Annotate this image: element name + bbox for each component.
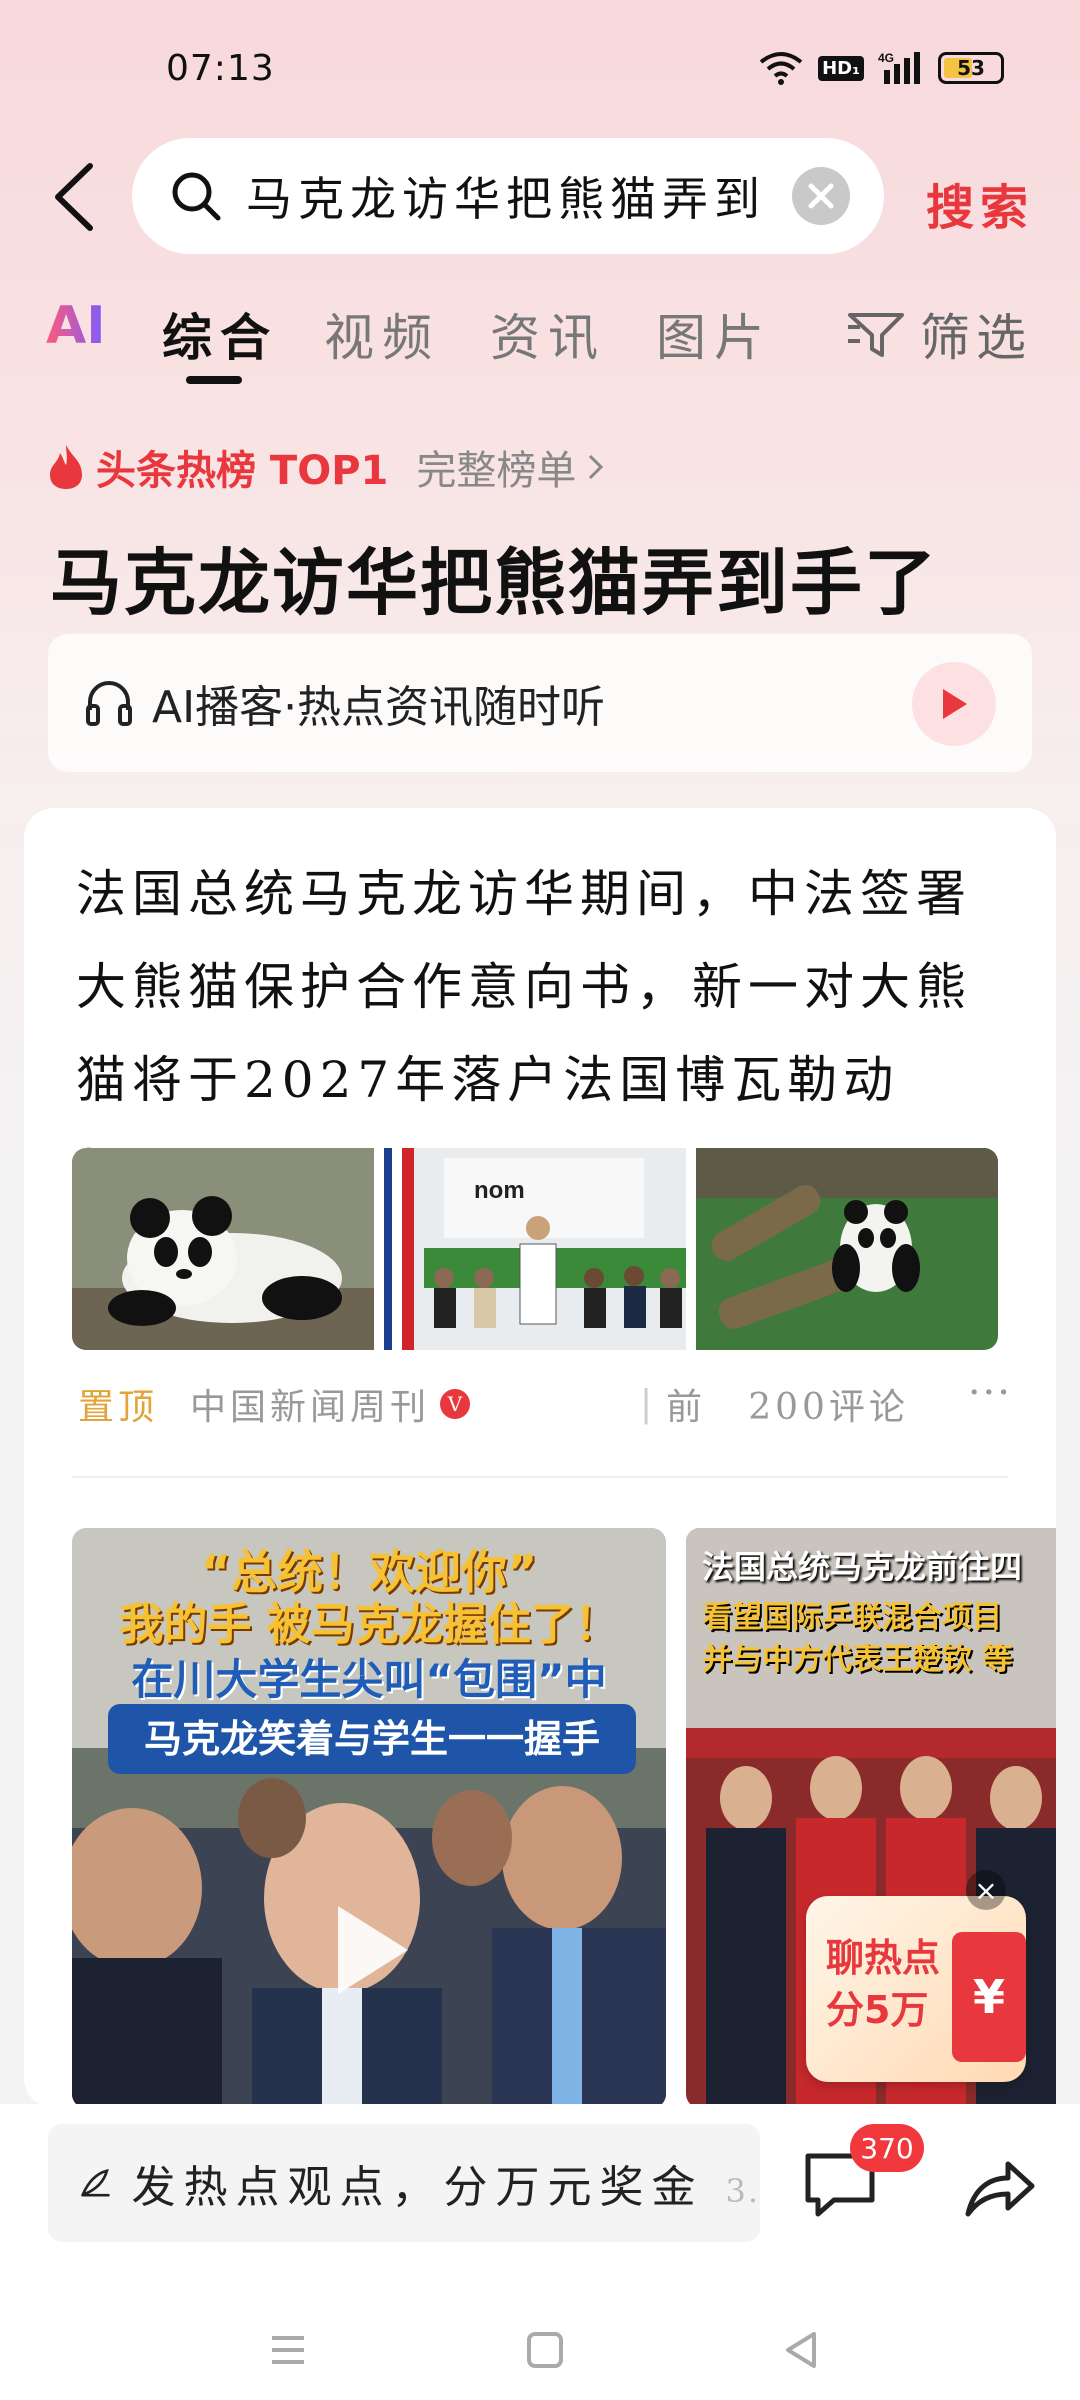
tab-news[interactable]: 资讯: [490, 298, 606, 370]
hot-rank-label: 头条热榜 TOP1: [96, 448, 389, 494]
play-icon: [943, 689, 967, 719]
hot-topic-title: 马克龙访华把熊猫弄到手了: [50, 541, 939, 625]
full-list-link[interactable]: 完整榜单: [416, 438, 576, 496]
filter-label: 筛选: [920, 309, 1032, 367]
video1-caption-4: 马克龙笑着与学生一一握手: [108, 1704, 636, 1774]
publish-time: 前: [666, 1387, 707, 1428]
video2-caption-1: 法国总统马克龙前往四: [702, 1548, 1023, 1586]
video2-caption-2: 看望国际乒联混合项目: [702, 1600, 1002, 1635]
hot-topic-promo[interactable]: 聊热点 分5万 ¥: [806, 1896, 1026, 2082]
wifi-icon: [759, 52, 803, 85]
promo-text: 聊热点 分5万: [826, 1936, 941, 2032]
verified-icon: V: [440, 1389, 471, 1419]
status-bar: 07:13 HD₁ 4G 53: [0, 0, 1080, 140]
filter-icon: [848, 313, 904, 357]
close-promo-button[interactable]: ×: [966, 1870, 1006, 1910]
back-button[interactable]: [44, 152, 104, 242]
comment-input[interactable]: 发热点观点，分万元奖金 3.: [48, 2124, 760, 2242]
pen-icon: [81, 2168, 110, 2197]
clear-search-button[interactable]: [792, 167, 850, 225]
article-meta: 置顶 中国新闻周刊 V | 前 200评论 ···: [78, 1370, 1028, 1430]
podcast-label: AI播客·热点资讯随时听: [152, 682, 606, 733]
menu-icon[interactable]: [258, 2320, 318, 2380]
ceremony-photo[interactable]: nom: [384, 1148, 686, 1350]
svg-text:nom: nom: [474, 1177, 525, 1204]
bottom-bar: 发热点观点，分万元奖金 3. 370: [0, 2104, 1080, 2400]
play-icon[interactable]: [330, 1900, 414, 2000]
battery-level: 53: [957, 56, 985, 80]
meta-divider: |: [640, 1383, 657, 1425]
more-options-button[interactable]: ···: [968, 1370, 1012, 1416]
tab-bar: AI 综合 视频 资讯 图片 筛选: [0, 290, 1080, 384]
source-name[interactable]: 中国新闻周刊: [190, 1378, 430, 1430]
comment-count: 200评论: [748, 1387, 909, 1428]
flame-icon: [50, 445, 82, 489]
home-icon[interactable]: [515, 2320, 575, 2380]
panda-photo-1[interactable]: [72, 1148, 374, 1350]
pinned-tag: 置顶: [78, 1387, 159, 1428]
video1-caption-2: 我的手 被马克龙握住了！: [119, 1599, 619, 1650]
svg-text:4G: 4G: [878, 51, 894, 65]
status-time: 07:13: [166, 48, 275, 89]
active-tab-indicator: [186, 376, 242, 384]
battery-icon: 53: [938, 52, 1004, 84]
video1-caption-3: 在川大学生尖叫“包围”中: [131, 1655, 607, 1704]
back-nav-icon[interactable]: [772, 2320, 832, 2380]
panda-photo-2[interactable]: [696, 1148, 998, 1350]
yuan-icon: ¥: [952, 1932, 1026, 2062]
share-icon[interactable]: [958, 2148, 1038, 2228]
tab-comprehensive[interactable]: 综合: [162, 298, 278, 370]
headphones-icon: [86, 681, 132, 726]
chevron-right-icon: [589, 454, 604, 480]
comment-placeholder: 发热点观点，分万元奖金 3.: [131, 2162, 760, 2213]
article-images[interactable]: nom: [72, 1148, 998, 1350]
ai-podcast-bar[interactable]: AI播客·热点资讯随时听: [48, 634, 1032, 772]
signal-icon: 4G: [878, 51, 920, 84]
card-divider: [72, 1476, 1008, 1478]
status-icons: HD₁ 4G 53: [758, 50, 1004, 86]
hot-list-row[interactable]: 头条热榜 TOP1 完整榜单: [46, 438, 606, 496]
video-card-1[interactable]: “总统！欢迎你” 我的手 被马克龙握住了！ 在川大学生尖叫“包围”中 马克龙笑着…: [72, 1528, 666, 2108]
tab-video[interactable]: 视频: [324, 298, 440, 370]
close-icon: [808, 183, 834, 209]
filter-button[interactable]: 筛选: [846, 298, 1032, 370]
back-arrow-icon: [55, 163, 93, 231]
tab-images[interactable]: 图片: [656, 298, 772, 370]
podcast-play-button[interactable]: [912, 662, 996, 746]
search-button[interactable]: 搜索: [926, 168, 1034, 238]
search-icon: [172, 172, 221, 221]
comment-count-badge: 370: [850, 2124, 924, 2172]
search-query: 马克龙访华把熊猫弄到: [246, 172, 766, 226]
hd-icon: HD₁: [818, 55, 864, 81]
video2-caption-3: 并与中方代表王楚钦 等: [702, 1642, 1013, 1677]
tab-ai[interactable]: AI: [46, 296, 106, 356]
system-nav-bar: [0, 2300, 1080, 2400]
search-input[interactable]: 马克龙访华把熊猫弄到: [132, 138, 884, 254]
